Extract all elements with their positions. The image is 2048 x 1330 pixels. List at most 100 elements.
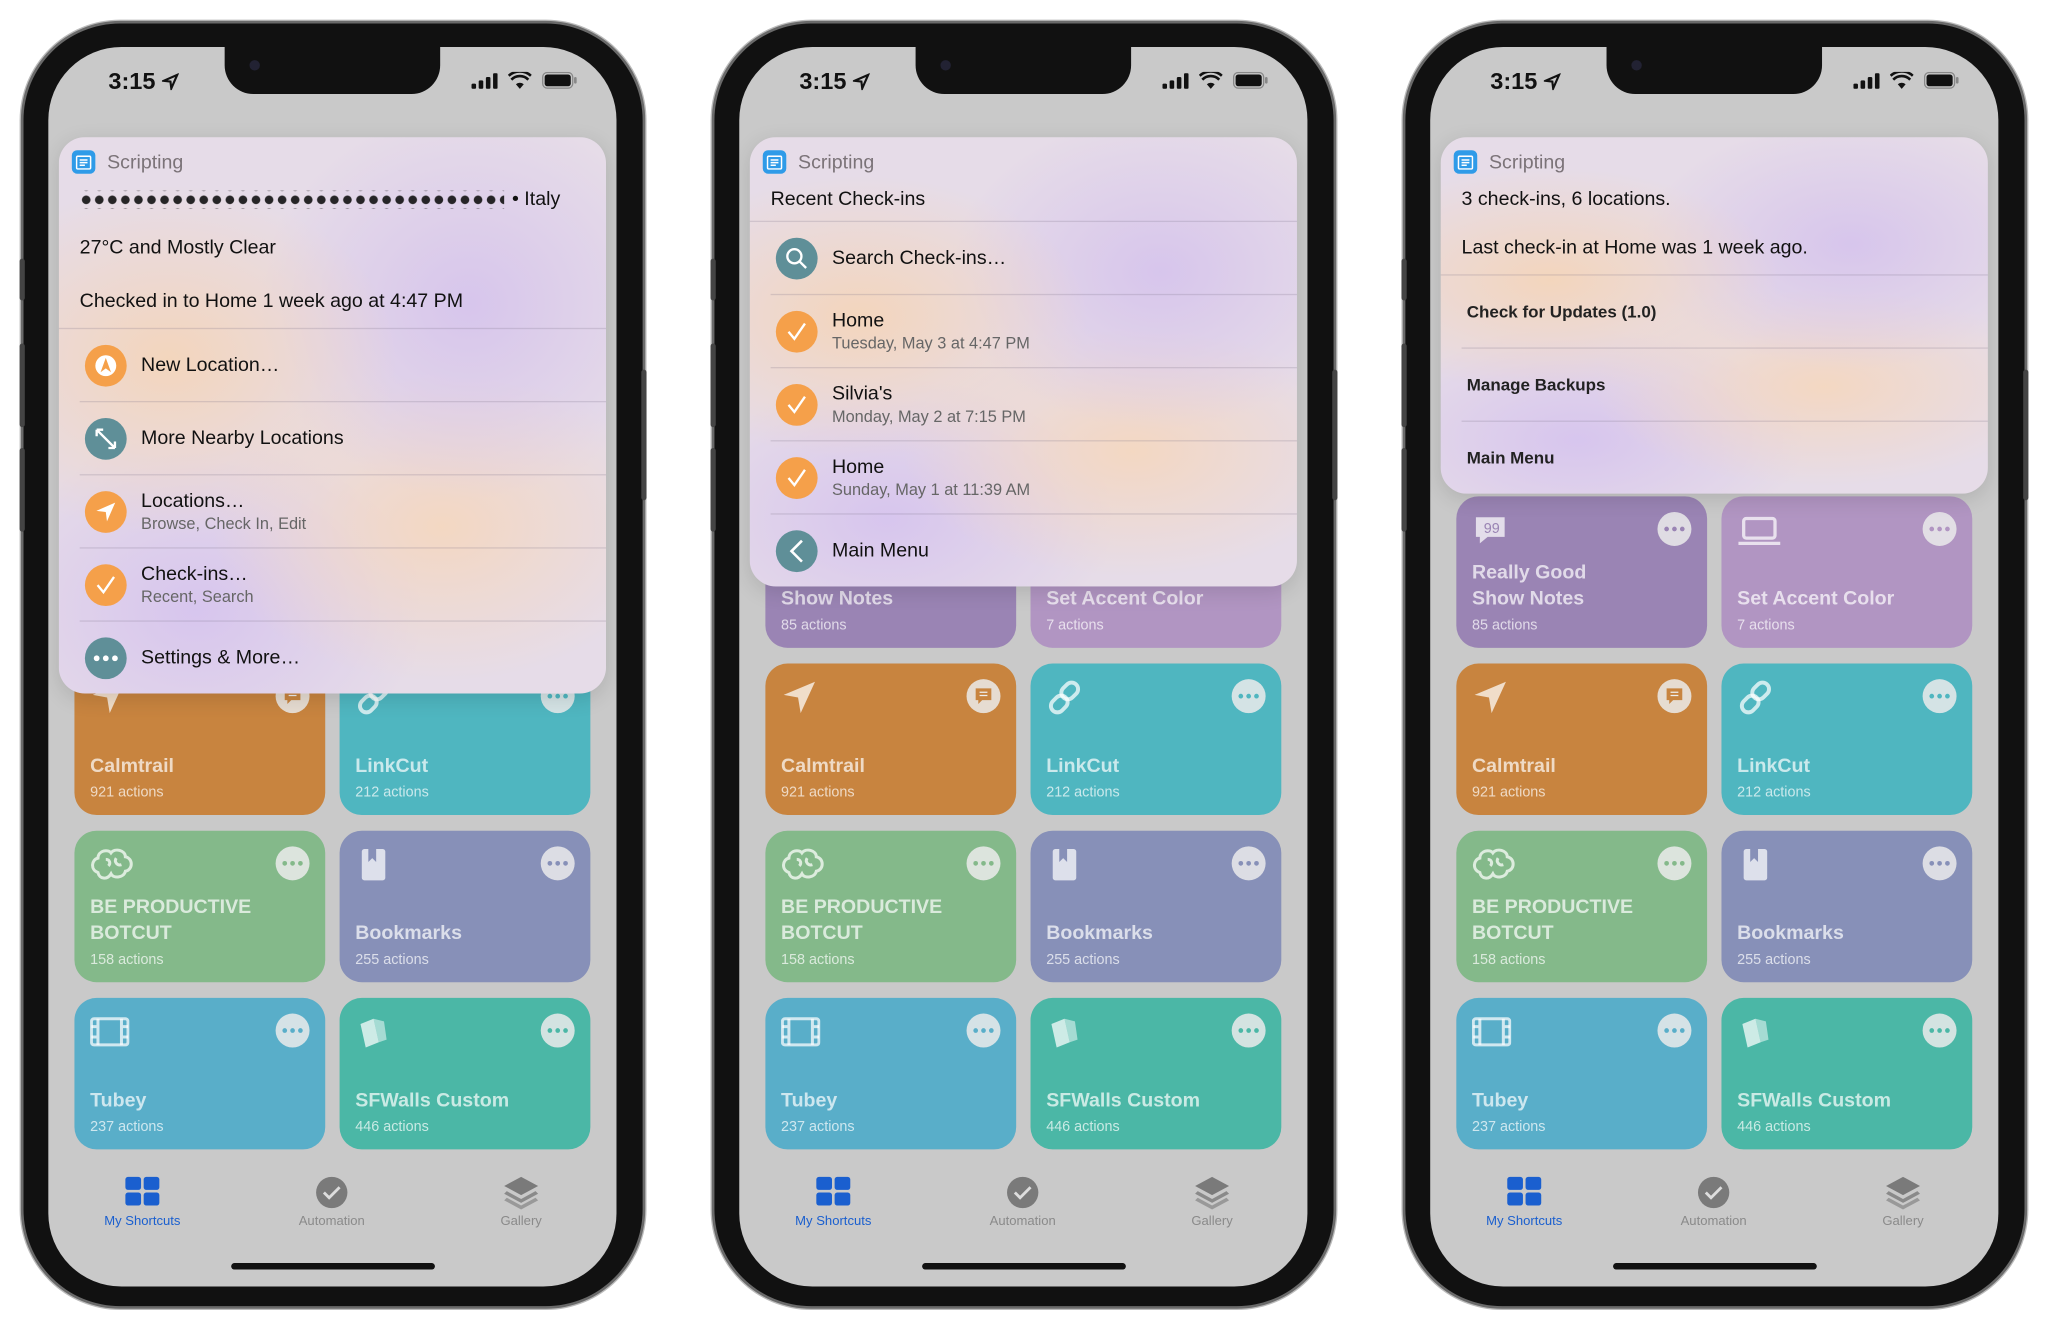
more-options-icon[interactable]	[1231, 1013, 1266, 1048]
widget-action-row[interactable]: Home Sunday, May 1 at 11:39 AM	[750, 441, 1297, 513]
more-options-icon[interactable]	[1231, 846, 1266, 881]
shortcut-tile[interactable]: Bookmarks 255 actions	[339, 830, 591, 983]
widget-action-row[interactable]: Search Check-ins…	[750, 222, 1297, 294]
tab-automation[interactable]: Automation	[260, 1176, 404, 1229]
shortcut-tile[interactable]: Tubey 237 actions	[1456, 997, 1708, 1150]
shortcut-tile[interactable]: Set Accent Color 7 actions	[1721, 496, 1973, 648]
film-icon	[780, 1014, 821, 1051]
shortcut-tile[interactable]: LinkCut 212 actions	[1030, 663, 1282, 816]
grid-icon	[124, 1176, 161, 1210]
shortcut-tile[interactable]: BE PRODUCTIVE BOTCUT 158 actions	[765, 830, 1017, 983]
tab-label: My Shortcuts	[104, 1214, 181, 1230]
more-options-icon[interactable]	[966, 846, 1001, 881]
shortcut-tile[interactable]: 99 Really Good Show Notes 85 actions	[1456, 496, 1708, 648]
volume-down-button	[1401, 447, 1407, 532]
more-options-icon[interactable]	[1231, 679, 1266, 714]
shortcut-tile[interactable]: Tubey 237 actions	[74, 997, 326, 1150]
tab-gallery[interactable]: Gallery	[449, 1176, 593, 1229]
action-title: Check-ins…	[141, 562, 248, 586]
volume-up-button	[1401, 343, 1407, 428]
action-title: Main Menu	[831, 539, 929, 562]
tab-bar: My Shortcuts Automation Gallery	[1430, 1176, 1998, 1241]
widget-action-row[interactable]: New Location…	[59, 329, 606, 401]
home-indicator[interactable]	[1613, 1263, 1817, 1270]
status-time: 3:15	[1490, 67, 1538, 95]
scripting-app-icon	[1453, 150, 1478, 174]
action-subtitle: Sunday, May 1 at 11:39 AM	[831, 480, 1031, 499]
battery-icon	[542, 71, 577, 96]
widget-action-row[interactable]: Locations… Browse, Check In, Edit	[59, 475, 606, 547]
shortcut-tile[interactable]: BE PRODUCTIVE BOTCUT 158 actions	[1456, 830, 1708, 983]
action-subtitle: Browse, Check In, Edit	[141, 514, 307, 533]
more-options-icon[interactable]	[540, 846, 575, 881]
more-options-icon[interactable]	[1657, 1013, 1692, 1048]
tab-automation[interactable]: Automation	[951, 1176, 1095, 1229]
volume-down-button	[710, 447, 716, 532]
widget-menu-item[interactable]: Main Menu	[1441, 422, 1988, 494]
location-services-icon	[159, 72, 180, 97]
shortcut-action-count: 255 actions	[355, 952, 429, 968]
shortcut-tile[interactable]: LinkCut 212 actions	[1721, 663, 1973, 816]
screen: 3:15 99 Really Good Show Notes 85 action…	[739, 47, 1308, 1287]
more-options-icon[interactable]	[275, 846, 310, 881]
shortcut-tile[interactable]: SFWalls Custom 446 actions	[1030, 997, 1282, 1150]
comment-badge-icon[interactable]	[1657, 679, 1692, 714]
shortcut-name: LinkCut	[1046, 754, 1120, 778]
shortcut-tile[interactable]: SFWalls Custom 446 actions	[339, 997, 591, 1150]
tab-gallery[interactable]: Gallery	[1140, 1176, 1284, 1229]
home-indicator[interactable]	[231, 1263, 435, 1270]
shortcut-name: Really Good Show Notes	[1471, 561, 1587, 610]
tab-my-shortcuts[interactable]: My Shortcuts	[71, 1176, 215, 1230]
widget-action-row[interactable]: Check-ins… Recent, Search	[59, 549, 606, 621]
widget-info-text: Checked in to Home 1 week ago at 4:47 PM	[59, 274, 606, 328]
shortcut-tile[interactable]: Bookmarks 255 actions	[1030, 830, 1282, 983]
more-options-icon[interactable]	[1657, 846, 1692, 881]
widget-action-row[interactable]: Silvia's Monday, May 2 at 7:15 PM	[750, 368, 1297, 440]
more-options-icon[interactable]	[1922, 679, 1957, 714]
more-options-icon[interactable]	[1922, 511, 1957, 546]
location-arrow-icon	[1472, 679, 1509, 716]
widget-menu-item[interactable]: Manage Backups	[1441, 349, 1988, 421]
widget-action-row[interactable]: Main Menu	[750, 515, 1297, 587]
more-options-icon[interactable]	[540, 1013, 575, 1048]
tab-my-shortcuts[interactable]: My Shortcuts	[761, 1176, 905, 1229]
shortcut-action-count: 158 actions	[1471, 952, 1546, 968]
tab-automation[interactable]: Automation	[1642, 1176, 1786, 1230]
more-options-icon[interactable]	[966, 1013, 1001, 1048]
shortcut-tile[interactable]: SFWalls Custom 446 actions	[1721, 997, 1973, 1150]
widget-action-row[interactable]: Home Tuesday, May 3 at 4:47 PM	[750, 295, 1297, 367]
action-subtitle: Tuesday, May 3 at 4:47 PM	[831, 334, 1030, 353]
tab-my-shortcuts[interactable]: My Shortcuts	[1452, 1176, 1596, 1230]
shortcut-tile[interactable]: Bookmarks 255 actions	[1721, 830, 1973, 983]
location-services-icon	[850, 72, 871, 97]
shortcut-tile[interactable]: Calmtrail 921 actions	[1456, 663, 1708, 816]
action-title: Locations…	[141, 489, 245, 512]
shortcut-name: Tubey	[1471, 1089, 1529, 1112]
more-options-icon[interactable]	[275, 1013, 310, 1048]
tab-gallery[interactable]: Gallery	[1831, 1176, 1975, 1229]
scripting-widget-popup: Scripting 3 check-ins, 6 locations. Last c…	[1440, 137, 1988, 494]
shortcut-tile[interactable]: Calmtrail 921 actions	[765, 663, 1017, 816]
scripting-app-icon	[71, 150, 96, 174]
widget-action-row[interactable]: More Nearby Locations	[59, 402, 606, 474]
volume-up-button	[19, 343, 25, 428]
shortcut-action-count: 85 actions	[781, 617, 847, 634]
tab-label: My Shortcuts	[1486, 1214, 1563, 1230]
mute-switch	[1401, 258, 1407, 301]
widget-action-row[interactable]: Settings & More…	[59, 622, 606, 694]
tab-label: Automation	[1680, 1214, 1747, 1230]
more-options-icon[interactable]	[1922, 1013, 1957, 1048]
shortcut-tile[interactable]: Tubey 237 actions	[765, 997, 1017, 1150]
battery-icon	[1232, 71, 1268, 96]
widget-menu-item[interactable]: Check for Updates (1.0)	[1441, 276, 1988, 348]
book-icon	[355, 846, 392, 883]
comment-badge-icon[interactable]	[966, 679, 1001, 714]
wifi-icon	[507, 70, 532, 96]
shortcut-action-count: 446 actions	[355, 1119, 429, 1136]
more-options-icon[interactable]	[1922, 846, 1957, 881]
home-indicator[interactable]	[922, 1263, 1126, 1270]
automation-check-icon	[313, 1176, 350, 1210]
widget-app-name: Scripting	[107, 150, 184, 174]
more-options-icon[interactable]	[1657, 511, 1692, 546]
shortcut-tile[interactable]: BE PRODUCTIVE BOTCUT 158 actions	[74, 830, 326, 983]
